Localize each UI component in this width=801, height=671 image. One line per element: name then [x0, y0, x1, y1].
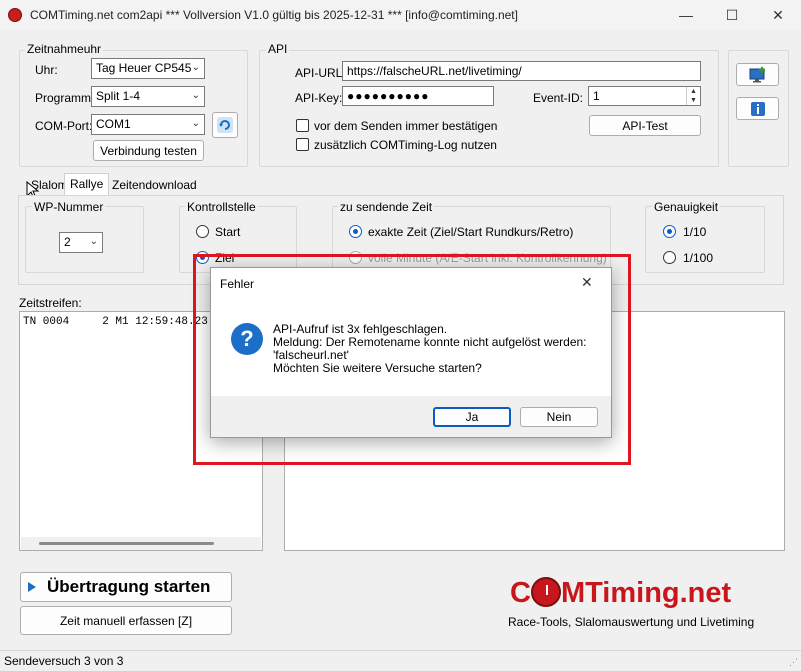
dialog-message-line-1: API-Aufruf ist 3x fehlgeschlagen.: [273, 322, 448, 336]
refresh-icon: [217, 117, 233, 133]
event-id-label: Event-ID:: [533, 91, 584, 105]
start-radio[interactable]: [196, 225, 209, 238]
kontroll-label: Kontrollstelle: [185, 200, 258, 214]
dialog-message-line-3: 'falscheurl.net': [273, 348, 349, 362]
zeit-manuell-button[interactable]: Zeit manuell erfassen [Z]: [20, 606, 232, 635]
hundertstel-label: 1/100: [683, 251, 714, 265]
dialog-close-button[interactable]: ✕: [581, 274, 593, 291]
horizontal-scrollbar[interactable]: [21, 537, 261, 550]
status-text: Sendeversuch 3 von 3: [4, 654, 124, 668]
tab-rallye[interactable]: Rallye: [64, 173, 110, 195]
api-test-button[interactable]: API-Test: [589, 115, 701, 136]
uhr-label: Uhr:: [35, 63, 58, 77]
uhr-select[interactable]: Tag Heuer CP545 ⌄: [91, 58, 205, 79]
uebertragung-starten-label: Übertragung starten: [47, 577, 211, 596]
event-id-value: 1: [593, 89, 600, 103]
spin-down-icon: ▼: [690, 97, 697, 104]
nein-button[interactable]: Nein: [520, 407, 598, 427]
zeit-label: zu sendende Zeit: [338, 200, 435, 214]
confirm-label: vor dem Senden immer bestätigen: [314, 119, 498, 133]
play-icon: [28, 582, 36, 592]
status-bar: Sendeversuch 3 von 3 ⋰: [0, 650, 801, 671]
question-icon: ?: [231, 323, 263, 355]
programm-select[interactable]: Split 1-4 ⌄: [91, 86, 205, 107]
comport-label: COM-Port:: [35, 119, 93, 133]
info-button[interactable]: [736, 97, 779, 120]
title-bar: COMTiming.net com2api *** Vollversion V1…: [0, 0, 801, 30]
chevron-down-icon: ⌄: [191, 62, 200, 73]
genau-label: Genauigkeit: [652, 200, 721, 214]
logo-c: C: [510, 577, 531, 609]
monitor-button[interactable]: [736, 63, 779, 86]
api-url-input[interactable]: https://falscheURL.net/livetiming/: [342, 61, 701, 81]
dialog-title: Fehler: [220, 277, 255, 291]
minimize-button[interactable]: —: [663, 0, 709, 30]
zeitnahmeuhr-label: Zeitnahmeuhr: [25, 42, 104, 56]
comport-select[interactable]: COM1 ⌄: [91, 114, 205, 135]
dialog-titlebar: Fehler ✕: [211, 268, 611, 298]
stopwatch-icon: [530, 577, 561, 607]
maximize-button[interactable]: ☐: [709, 0, 755, 30]
zehntel-radio[interactable]: [663, 225, 676, 238]
dialog-message-line-2: Meldung: Der Remotename konnte nicht auf…: [273, 335, 587, 349]
api-label: API: [266, 42, 290, 56]
wp-value: 2: [64, 235, 71, 249]
logo-mtiming: MTiming.net: [560, 577, 732, 609]
info-icon: [750, 101, 765, 116]
wp-select[interactable]: 2 ⌄: [59, 232, 103, 253]
dialog-message-line-4: Möchten Sie weitere Versuche starten?: [273, 361, 482, 375]
zeitstreifen-label: Zeitstreifen:: [19, 296, 82, 310]
uebertragung-starten-button[interactable]: Übertragung starten: [20, 572, 232, 602]
chevron-down-icon: ⌄: [89, 236, 98, 247]
close-button[interactable]: ✕: [755, 0, 801, 30]
zeitstreifen-line: TN 0004 2 M1 12:59:48.23: [23, 316, 208, 328]
spin-up-icon: ▲: [690, 88, 697, 95]
brand-tagline: Race-Tools, Slalomauswertung und Livetim…: [508, 615, 755, 629]
chevron-down-icon: ⌄: [191, 90, 200, 101]
log-label: zusätzlich COMTiming-Log nutzen: [314, 138, 497, 152]
programm-value: Split 1-4: [96, 89, 141, 103]
start-label: Start: [215, 225, 241, 239]
error-dialog: Fehler ✕ ? API-Aufruf ist 3x fehlgeschla…: [210, 267, 612, 438]
verbindung-testen-button[interactable]: Verbindung testen: [93, 140, 204, 161]
window-title: COMTiming.net com2api *** Vollversion V1…: [30, 8, 518, 22]
resize-grip-icon[interactable]: ⋰: [789, 657, 798, 668]
event-id-input[interactable]: 1: [588, 86, 701, 106]
exakte-zeit-label: exakte Zeit (Ziel/Start Rundkurs/Retro): [368, 225, 574, 239]
log-checkbox[interactable]: [296, 138, 309, 151]
scrollbar-thumb[interactable]: [39, 542, 214, 545]
monitor-icon: [749, 66, 765, 82]
hundertstel-radio[interactable]: [663, 251, 676, 264]
comport-value: COM1: [96, 117, 131, 131]
api-key-label: API-Key:: [295, 91, 343, 105]
uhr-value: Tag Heuer CP545: [96, 61, 192, 75]
event-id-spinner[interactable]: ▲ ▼: [686, 87, 700, 105]
app-icon: [8, 8, 22, 22]
chevron-down-icon: ⌄: [191, 118, 200, 129]
programm-label: Programm:: [35, 91, 95, 105]
exakte-zeit-radio[interactable]: [349, 225, 362, 238]
api-url-label: API-URL:: [295, 66, 346, 80]
comtiming-logo: C MTiming.net: [510, 575, 731, 611]
tab-zeitendownload[interactable]: Zeitendownload: [107, 175, 202, 195]
ja-button[interactable]: Ja: [433, 407, 511, 427]
refresh-ports-button[interactable]: [212, 112, 238, 138]
zehntel-label: 1/10: [683, 225, 707, 239]
api-key-input[interactable]: ●●●●●●●●●●: [342, 86, 494, 106]
confirm-checkbox[interactable]: [296, 119, 309, 132]
wp-label: WP-Nummer: [32, 200, 106, 214]
